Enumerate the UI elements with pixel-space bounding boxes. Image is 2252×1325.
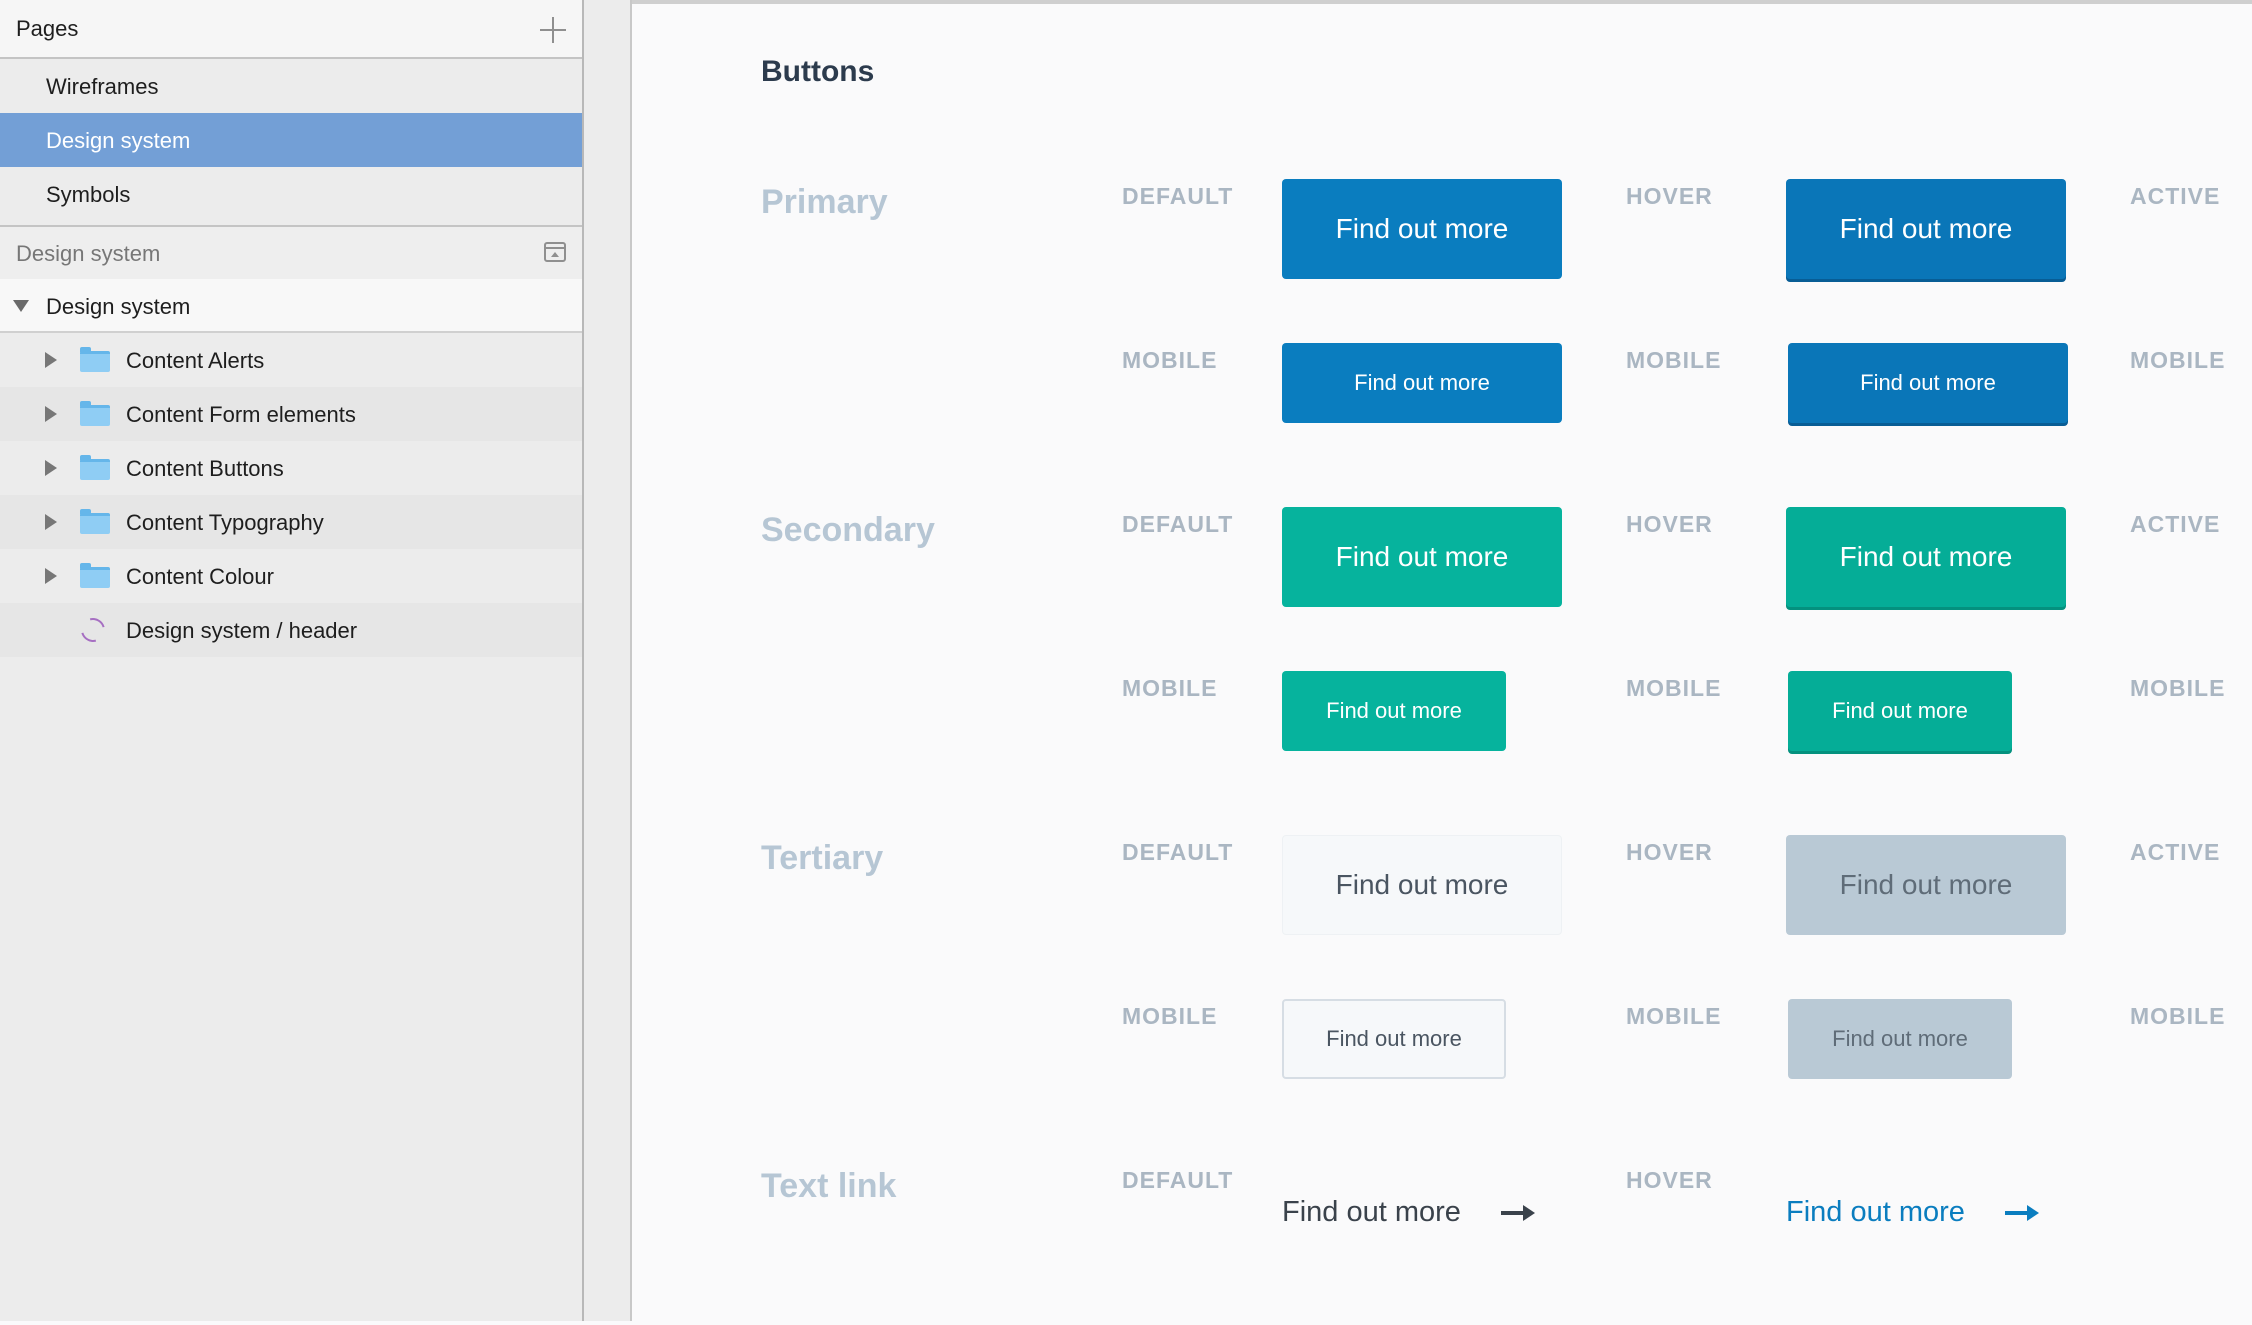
section-label-text-link: Text link <box>761 1167 897 1205</box>
page-item-label: Symbols <box>46 182 131 207</box>
page-item-label: Wireframes <box>46 74 159 99</box>
state-label-hover: HOVER <box>1626 1167 1713 1193</box>
state-label-mobile: MOBILE <box>2130 1003 2226 1029</box>
layer-group-design-system[interactable]: Design system <box>0 279 582 333</box>
state-label-active: ACTIVE <box>2130 839 2221 865</box>
state-label-mobile: MOBILE <box>1122 675 1218 701</box>
primary-mobile-hover-button[interactable]: Find out more <box>1788 343 2068 423</box>
state-label-active: ACTIVE <box>2130 183 2221 209</box>
layer-label: Content Buttons <box>126 456 284 481</box>
primary-default-button[interactable]: Find out more <box>1282 179 1562 279</box>
pages-header: Pages <box>0 0 582 59</box>
secondary-default-button[interactable]: Find out more <box>1282 507 1562 607</box>
layer-item-content-buttons[interactable]: Content Buttons <box>0 441 582 495</box>
layer-label: Content Alerts <box>126 348 265 373</box>
layers-title: Design system <box>16 241 161 266</box>
symbol-icon <box>76 613 110 647</box>
page-title: Buttons <box>761 55 875 88</box>
secondary-hover-button[interactable]: Find out more <box>1786 507 2066 607</box>
add-page-icon[interactable] <box>540 17 566 43</box>
layer-label: Content Typography <box>126 510 324 535</box>
arrow-right-icon <box>1500 1203 1535 1223</box>
state-label-hover: HOVER <box>1626 839 1713 865</box>
disclosure-closed-icon[interactable] <box>45 514 57 530</box>
section-label-primary: Primary <box>761 183 888 221</box>
state-label-mobile: MOBILE <box>1626 675 1722 701</box>
layer-item-content-alerts[interactable]: Content Alerts <box>0 333 582 387</box>
state-label-default: DEFAULT <box>1122 511 1234 537</box>
disclosure-open-icon[interactable] <box>13 300 29 312</box>
secondary-mobile-hover-button[interactable]: Find out more <box>1788 671 2012 751</box>
primary-hover-button[interactable]: Find out more <box>1786 179 2066 279</box>
disclosure-closed-icon[interactable] <box>45 460 57 476</box>
secondary-mobile-button[interactable]: Find out more <box>1282 671 1506 751</box>
pages-title: Pages <box>16 16 79 41</box>
folder-icon <box>80 401 110 426</box>
arrow-right-icon <box>2004 1203 2039 1223</box>
state-label-mobile: MOBILE <box>1122 347 1218 373</box>
primary-mobile-button[interactable]: Find out more <box>1282 343 1562 423</box>
layer-label: Content Form elements <box>126 402 356 427</box>
state-label-mobile: MOBILE <box>2130 347 2226 373</box>
text-link-default[interactable]: Find out more <box>1282 1196 1535 1229</box>
state-label-active: ACTIVE <box>2130 511 2221 537</box>
state-label-default: DEFAULT <box>1122 183 1234 209</box>
page-item-design-system[interactable]: Design system <box>0 113 582 167</box>
section-label-secondary: Secondary <box>761 511 935 549</box>
layer-label: Content Colour <box>126 564 274 589</box>
state-label-mobile: MOBILE <box>1122 1003 1218 1029</box>
tertiary-mobile-hover-button[interactable]: Find out more <box>1788 999 2012 1079</box>
layer-item-content-form-elements[interactable]: Content Form elements <box>0 387 582 441</box>
layer-item-content-colour[interactable]: Content Colour <box>0 549 582 603</box>
panel-divider[interactable] <box>584 0 632 1321</box>
layers-header: Design system <box>0 225 582 281</box>
text-link-hover[interactable]: Find out more <box>1786 1196 2039 1229</box>
state-label-mobile: MOBILE <box>2130 675 2226 701</box>
layer-group-label: Design system <box>46 294 191 319</box>
tertiary-mobile-button[interactable]: Find out more <box>1282 999 1506 1079</box>
layer-label: Design system / header <box>126 618 358 643</box>
state-label-mobile: MOBILE <box>1626 1003 1722 1029</box>
layer-item-content-typography[interactable]: Content Typography <box>0 495 582 549</box>
layers-sidebar: Pages Wireframes Design system Symbols D… <box>0 0 584 1321</box>
section-label-tertiary: Tertiary <box>761 839 884 877</box>
page-item-wireframes[interactable]: Wireframes <box>0 59 582 113</box>
state-label-hover: HOVER <box>1626 183 1713 209</box>
disclosure-closed-icon[interactable] <box>45 352 57 368</box>
state-label-mobile: MOBILE <box>1626 347 1722 373</box>
text-link-label: Find out more <box>1282 1196 1461 1228</box>
folder-icon <box>80 455 110 480</box>
folder-icon <box>80 563 110 588</box>
text-link-label: Find out more <box>1786 1196 1965 1228</box>
state-label-default: DEFAULT <box>1122 839 1234 865</box>
disclosure-closed-icon[interactable] <box>45 568 57 584</box>
folder-icon <box>80 347 110 372</box>
tertiary-hover-button[interactable]: Find out more <box>1786 835 2066 935</box>
state-label-hover: HOVER <box>1626 511 1713 537</box>
collapse-icon[interactable] <box>544 242 566 262</box>
folder-icon <box>80 509 110 534</box>
page-item-symbols[interactable]: Symbols <box>0 167 582 221</box>
state-label-default: DEFAULT <box>1122 1167 1234 1193</box>
layer-item-design-system-header[interactable]: Design system / header <box>0 603 582 657</box>
disclosure-closed-icon[interactable] <box>45 406 57 422</box>
page-item-label: Design system <box>46 128 191 153</box>
tertiary-default-button[interactable]: Find out more <box>1282 835 1562 935</box>
